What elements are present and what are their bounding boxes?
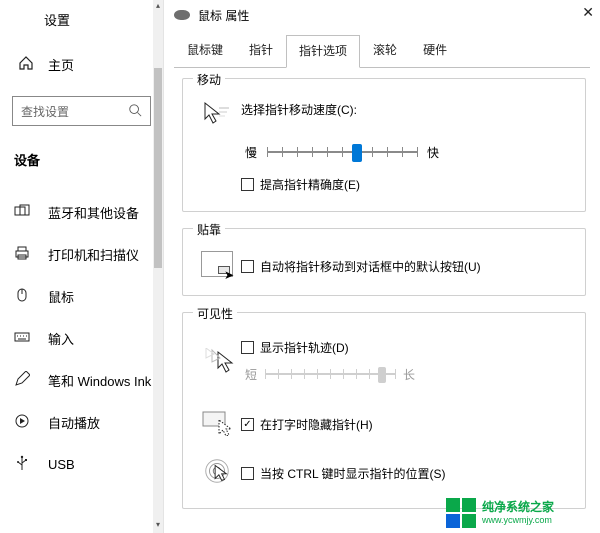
hide-pointer-typing-label: 在打字时隐藏指针(H) — [260, 416, 373, 433]
close-icon[interactable]: ✕ — [582, 4, 594, 21]
tab-wheel[interactable]: 滚轮 — [360, 34, 410, 67]
scroll-down-arrow[interactable]: ▾ — [153, 520, 163, 532]
checkbox-icon — [241, 418, 254, 431]
autoplay-icon — [14, 413, 30, 432]
checkbox-icon — [241, 341, 254, 354]
dialog-title: 鼠标 属性 — [198, 7, 249, 24]
enhance-precision-checkbox[interactable]: 提高指针精确度(E) — [241, 176, 571, 193]
sidebar-item-autoplay[interactable]: 自动播放 — [0, 401, 163, 443]
home-nav-row[interactable]: 主页 — [0, 29, 163, 74]
visibility-group-label: 可见性 — [193, 305, 237, 322]
watermark-logo-icon — [446, 498, 476, 528]
home-icon — [18, 55, 34, 74]
watermark: 纯净系统之家 www.ycwmjy.com — [440, 493, 600, 533]
sidebar-item-label: 打印机和扫描仪 — [48, 245, 139, 264]
enhance-precision-label: 提高指针精确度(E) — [260, 176, 360, 193]
mouse-device-icon — [174, 10, 190, 20]
sidebar-item-label: 输入 — [48, 329, 74, 348]
long-label: 长 — [403, 366, 415, 383]
pointer-trail-checkbox[interactable]: 显示指针轨迹(D) — [241, 339, 571, 356]
sidebar-item-mouse[interactable]: 鼠标 — [0, 275, 163, 317]
slow-label: 慢 — [245, 144, 257, 161]
tab-buttons[interactable]: 鼠标键 — [174, 34, 236, 67]
pointer-trail-label: 显示指针轨迹(D) — [260, 339, 349, 356]
sidebar-item-typing[interactable]: 输入 — [0, 317, 163, 359]
mouse-icon — [14, 287, 30, 306]
search-icon — [128, 103, 142, 120]
visibility-group: 可见性 显示指针轨迹(D) — [182, 312, 586, 509]
sidebar-item-label: 笔和 Windows Ink — [48, 371, 151, 390]
sidebar-item-label: USB — [48, 457, 75, 472]
sidebar-item-label: 自动播放 — [48, 413, 100, 432]
sidebar-item-label: 蓝牙和其他设备 — [48, 203, 139, 222]
mouse-properties-dialog: 鼠标 属性 ✕ 鼠标键 指针 指针选项 滚轮 硬件 移动 — [163, 0, 600, 533]
dialog-titlebar: 鼠标 属性 — [164, 0, 600, 30]
printer-icon — [14, 245, 30, 264]
ctrl-locate-label: 当按 CTRL 键时显示指针的位置(S) — [260, 465, 446, 482]
settings-title: 设置 — [0, 0, 163, 29]
checkbox-icon — [241, 260, 254, 273]
pointer-speed-label: 选择指针移动速度(C): — [241, 101, 571, 118]
checkbox-icon — [241, 467, 254, 480]
snap-group: 贴靠 ➤ 自动将指针移动到对话框中的默认按钮(U) — [182, 228, 586, 296]
home-label: 主页 — [48, 55, 74, 74]
tabstrip: 鼠标键 指针 指针选项 滚轮 硬件 — [174, 34, 600, 67]
pointer-speed-slider[interactable]: 慢 快 — [241, 142, 571, 162]
scroll-up-arrow[interactable]: ▴ — [153, 1, 163, 13]
devices-icon — [14, 203, 30, 222]
hide-pointer-typing-checkbox[interactable]: 在打字时隐藏指针(H) — [241, 416, 373, 433]
snap-group-label: 贴靠 — [193, 221, 225, 238]
usb-icon — [14, 455, 30, 474]
hide-pointer-typing-icon — [197, 408, 237, 436]
watermark-url: www.ycwmjy.com — [482, 515, 554, 525]
tab-hardware[interactable]: 硬件 — [410, 34, 460, 67]
tab-pointers[interactable]: 指针 — [236, 34, 286, 67]
snap-icon: ➤ — [197, 251, 237, 277]
tab-content: 移动 选择指针移动速度(C): 慢 — [164, 68, 600, 509]
search-input[interactable]: 查找设置 — [12, 96, 151, 126]
settings-sidebar: 设置 主页 查找设置 设备 蓝牙和其他设备 — [0, 0, 163, 533]
device-header: 设备 — [0, 126, 163, 169]
sidebar-item-label: 鼠标 — [48, 287, 74, 306]
movement-group-label: 移动 — [193, 71, 225, 88]
snap-label: 自动将指针移动到对话框中的默认按钮(U) — [260, 258, 481, 275]
sidebar-item-printers[interactable]: 打印机和扫描仪 — [0, 233, 163, 275]
snap-checkbox[interactable]: 自动将指针移动到对话框中的默认按钮(U) — [241, 258, 481, 275]
sidebar-item-usb[interactable]: USB — [0, 443, 163, 485]
keyboard-icon — [14, 329, 30, 348]
movement-group: 移动 选择指针移动速度(C): 慢 — [182, 78, 586, 212]
fast-label: 快 — [427, 144, 439, 161]
checkbox-icon — [241, 178, 254, 191]
tab-pointer-options[interactable]: 指针选项 — [286, 35, 360, 68]
pointer-speed-icon — [197, 101, 237, 129]
sidebar-scrollbar[interactable]: ▴ ▾ — [153, 0, 163, 533]
pointer-trail-icon — [197, 348, 237, 376]
watermark-text: 纯净系统之家 — [482, 501, 554, 514]
ctrl-locate-checkbox[interactable]: 当按 CTRL 键时显示指针的位置(S) — [241, 465, 446, 482]
sidebar-item-bluetooth-devices[interactable]: 蓝牙和其他设备 — [0, 191, 163, 233]
device-nav: 蓝牙和其他设备 打印机和扫描仪 鼠标 输入 — [0, 191, 163, 485]
scroll-thumb[interactable] — [154, 68, 162, 268]
sidebar-item-pen-ink[interactable]: 笔和 Windows Ink — [0, 359, 163, 401]
search-placeholder: 查找设置 — [21, 103, 69, 120]
pointer-trail-slider: 短 长 — [241, 364, 571, 384]
pen-icon — [14, 371, 30, 390]
ctrl-locate-icon — [197, 456, 237, 486]
short-label: 短 — [245, 366, 257, 383]
